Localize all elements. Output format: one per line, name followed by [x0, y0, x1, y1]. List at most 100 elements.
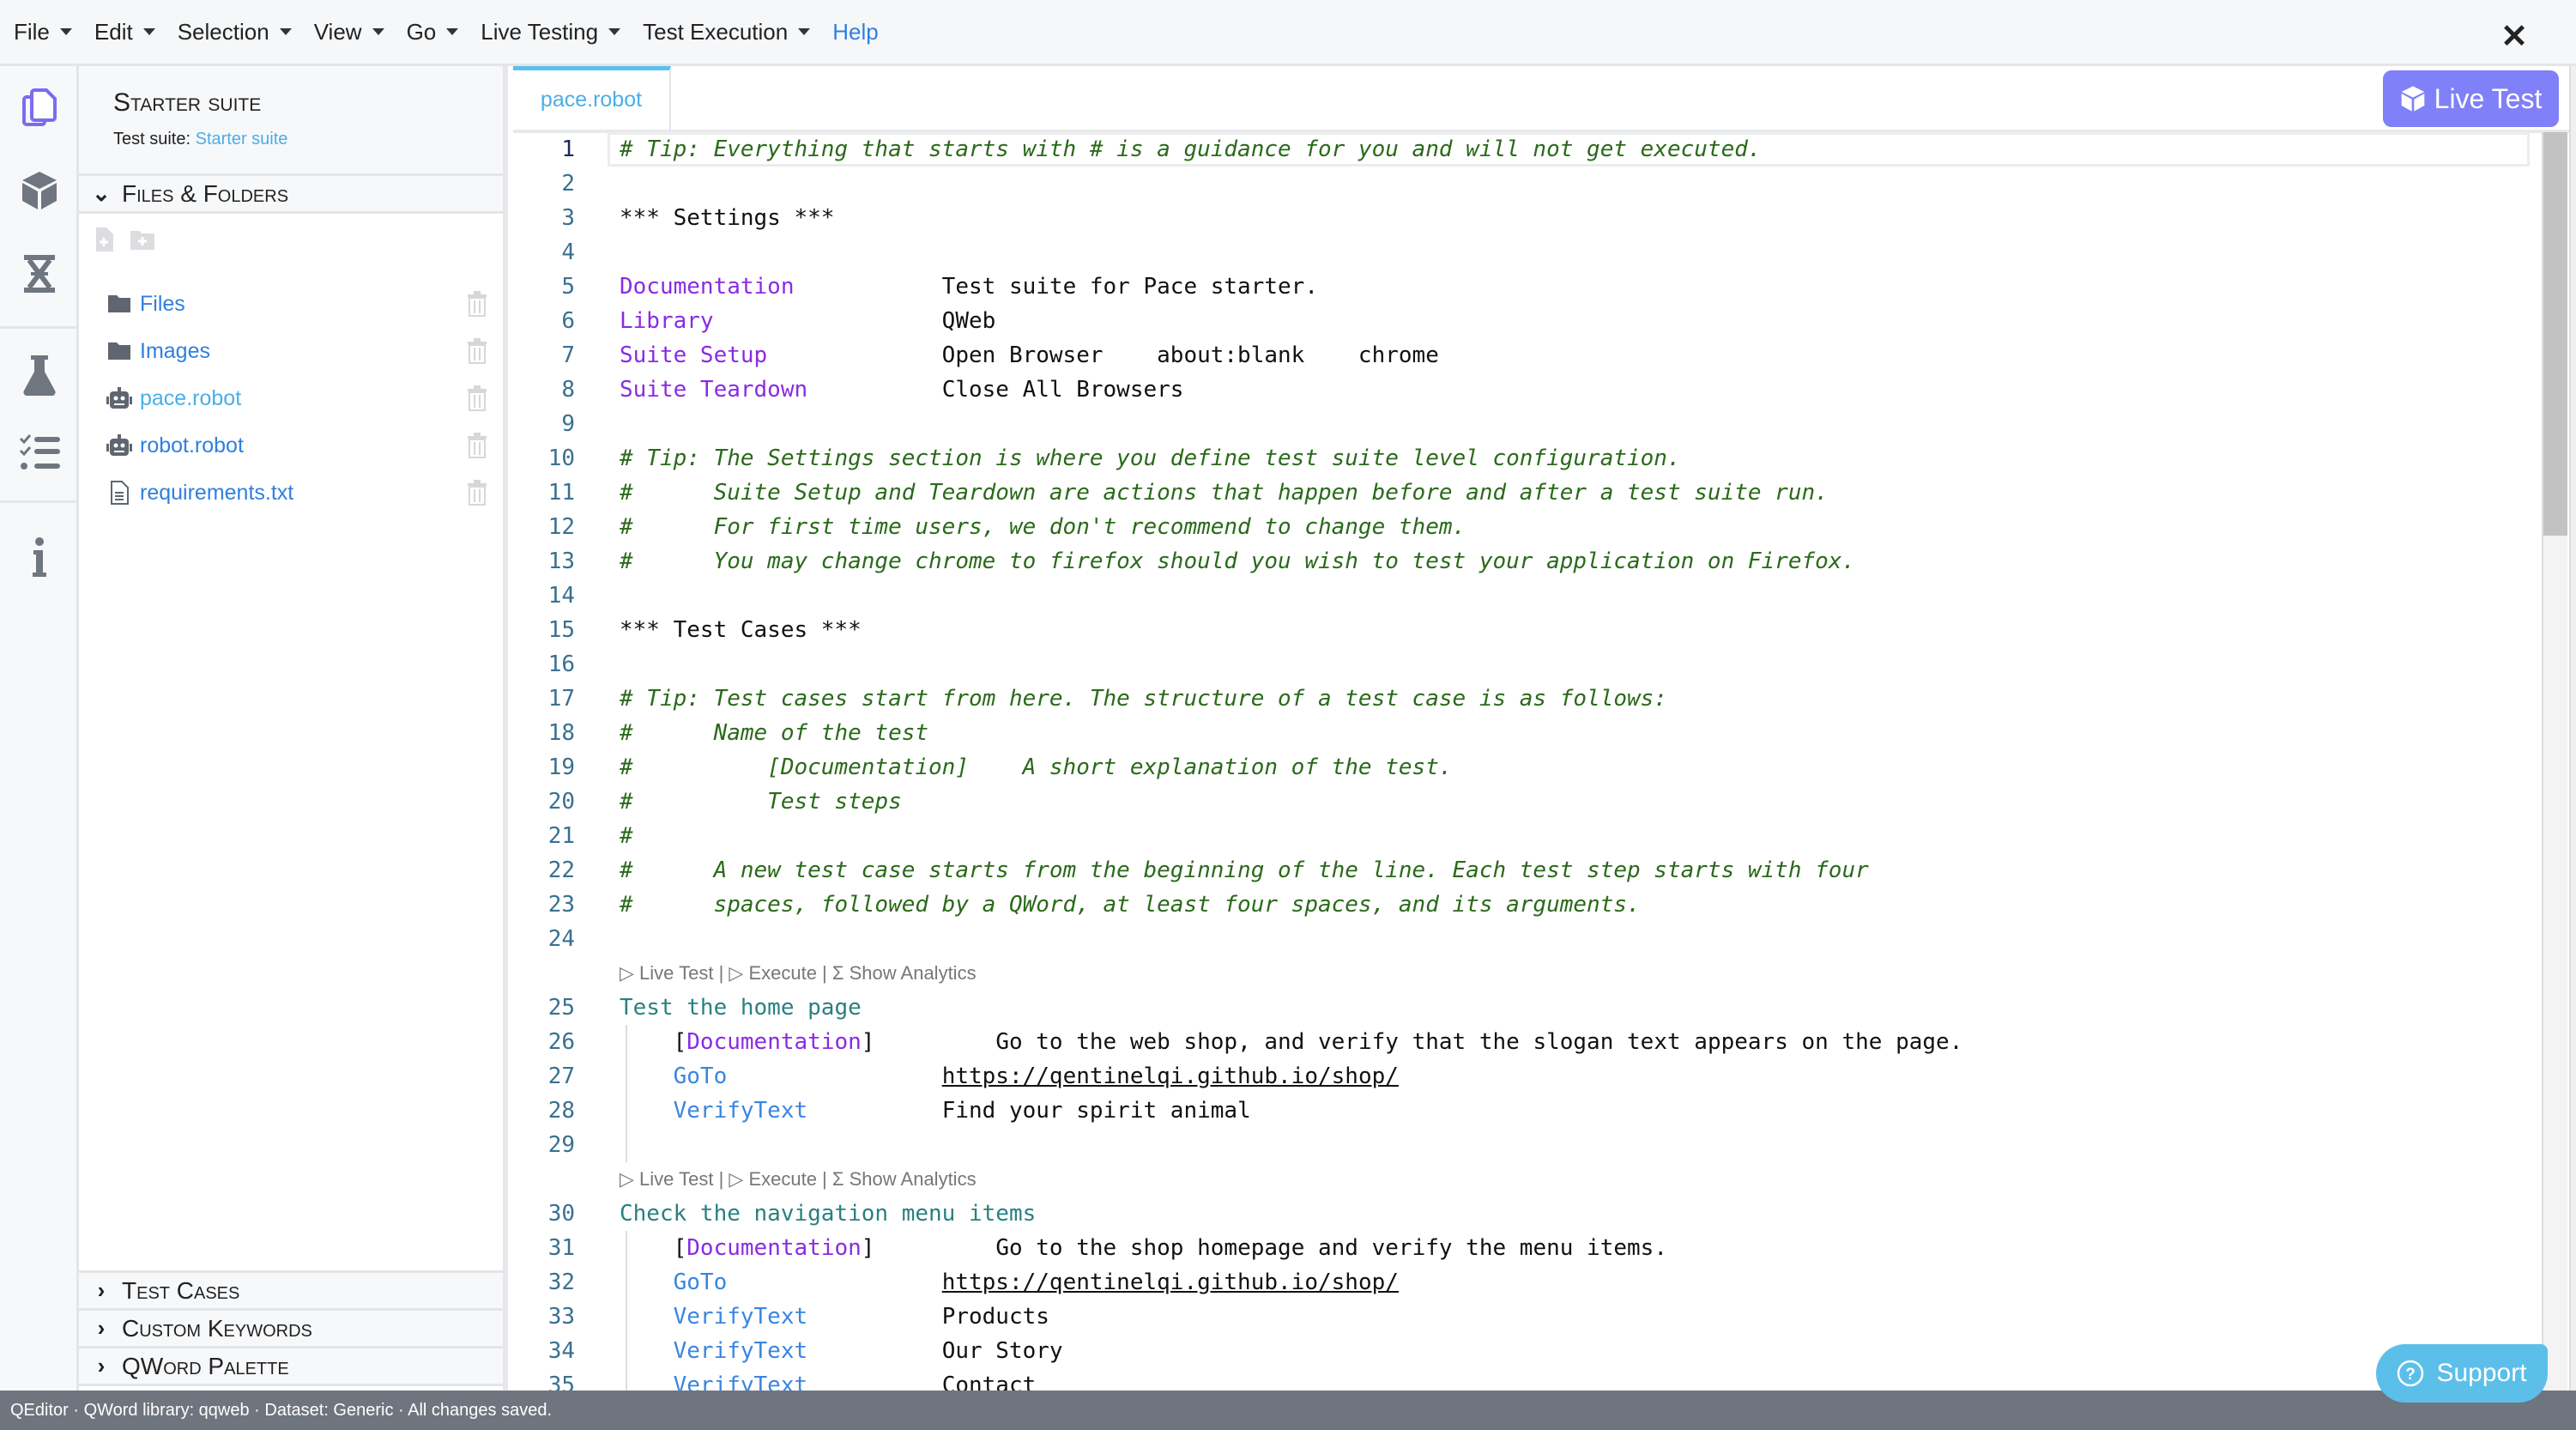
menu-selection[interactable]: Selection [178, 19, 292, 45]
files-copy-icon[interactable] [19, 87, 60, 128]
section-test-cases[interactable]: › Test Cases [79, 1273, 503, 1311]
info-icon[interactable] [19, 536, 60, 578]
file-item[interactable]: Files [79, 282, 503, 325]
menu-file[interactable]: File [14, 19, 72, 45]
menu-test-execution[interactable]: Test Execution [643, 18, 811, 45]
trash-icon[interactable] [467, 385, 489, 411]
line-text: # You may change chrome to firefox shoul… [620, 544, 1855, 579]
code-line[interactable]: 22 # A new test case starts from the begi… [513, 853, 2542, 888]
code-line[interactable]: 21 # [513, 819, 2542, 853]
suite-subtitle: Test suite: Starter suite [113, 130, 503, 149]
code-line[interactable]: 9 [513, 407, 2542, 441]
code-line[interactable]: 19 # [Documentation] A short explanation … [513, 750, 2542, 785]
code-lens-action[interactable]: ▷ Execute [729, 1168, 817, 1190]
code-lens-action[interactable]: ▷ Live Test [620, 962, 713, 984]
line-text: Documentation Test suite for Pace starte… [620, 270, 1318, 304]
line-number: 13 [547, 548, 575, 574]
comment: # Name of the test [620, 720, 929, 746]
code-line[interactable]: 29 [513, 1128, 2542, 1162]
code-line[interactable]: 23 # spaces, followed by a QWord, at leas… [513, 888, 2542, 922]
code-lens-action[interactable]: Σ Show Analytics [832, 962, 977, 984]
line-number: 20 [547, 789, 575, 815]
robot-icon [106, 385, 132, 411]
menu-live-testing[interactable]: Live Testing [481, 19, 621, 45]
section-label: Test Cases [122, 1276, 240, 1304]
window-edge [2569, 66, 2576, 1391]
sidebar: Starter suite Test suite: Starter suite … [79, 66, 508, 1391]
code-line[interactable]: 35 VerifyText Contact [513, 1368, 2542, 1391]
menu-edit[interactable]: Edit [94, 19, 155, 45]
line-text: # Suite Setup and Teardown are actions t… [620, 476, 1829, 510]
file-item[interactable]: Images [79, 330, 503, 373]
new-file-icon[interactable] [94, 227, 113, 251]
file-item[interactable]: requirements.txt [79, 471, 503, 514]
tab-pace-robot[interactable]: pace.robot [513, 66, 671, 130]
code-line[interactable]: 20 # Test steps [513, 785, 2542, 819]
code-line[interactable]: 1 # Tip: Everything that starts with # is… [513, 132, 2542, 167]
code-line[interactable]: 28 VerifyText Find your spirit animal [513, 1094, 2542, 1128]
file-item[interactable]: robot.robot [79, 424, 503, 467]
code-line[interactable]: 8 Suite Teardown Close All Browsers [513, 373, 2542, 407]
section-files-folders[interactable]: ⌄ Files & Folders [79, 176, 503, 214]
code-line[interactable]: 12 # For first time users, we don't recom… [513, 510, 2542, 544]
code-line[interactable]: 10 # Tip: The Settings section is where y… [513, 441, 2542, 476]
code-line[interactable]: 11 # Suite Setup and Teardown are actions… [513, 476, 2542, 510]
section-qword-palette[interactable]: › QWord Palette [79, 1348, 503, 1386]
code-lens-action[interactable]: ▷ Live Test [620, 1168, 713, 1190]
hourglass-dna-icon[interactable] [19, 253, 60, 294]
code-line[interactable]: 4 [513, 235, 2542, 270]
code-line[interactable]: 3 *** Settings *** [513, 201, 2542, 235]
code-line[interactable]: 5 Documentation Test suite for Pace start… [513, 270, 2542, 304]
line-number: 2 [561, 171, 575, 197]
section-custom-keywords[interactable]: › Custom Keywords [79, 1311, 503, 1348]
code-line[interactable]: 17 # Tip: Test cases start from here. The… [513, 682, 2542, 716]
code-line[interactable]: 30 Check the navigation menu items [513, 1197, 2542, 1231]
menu-help[interactable]: Help [832, 19, 878, 45]
line-number: 8 [561, 377, 575, 403]
code-line[interactable]: 25 Test the home page [513, 991, 2542, 1025]
code-line[interactable]: 14 [513, 579, 2542, 613]
code-line[interactable]: 24 [513, 922, 2542, 956]
trash-icon[interactable] [467, 433, 489, 458]
close-icon[interactable]: ✕ [2500, 17, 2528, 56]
line-text: # [620, 819, 633, 853]
menu-go[interactable]: Go [407, 19, 459, 45]
code-line[interactable]: 15 *** Test Cases *** [513, 613, 2542, 647]
code-line[interactable]: 2 [513, 167, 2542, 201]
menu-label: Test Execution [643, 18, 789, 45]
trash-icon[interactable] [467, 338, 489, 364]
code-line[interactable]: 26 [Documentation] Go to the web shop, a… [513, 1025, 2542, 1059]
code-line[interactable]: 32 GoTo https://qentinelqi.github.io/sho… [513, 1265, 2542, 1300]
code-line[interactable]: 7 Suite Setup Open Browser about:blank ch… [513, 338, 2542, 373]
code-line[interactable]: 34 VerifyText Our Story [513, 1334, 2542, 1368]
code-line[interactable]: 18 # Name of the test [513, 716, 2542, 750]
code-line[interactable]: 33 VerifyText Products [513, 1300, 2542, 1334]
url-link[interactable]: https://qentinelqi.github.io/shop/ [942, 1063, 1399, 1089]
live-test-button[interactable]: Live Test [2383, 70, 2559, 127]
new-folder-icon[interactable] [130, 229, 154, 250]
code-lens-action[interactable]: Σ Show Analytics [832, 1168, 977, 1190]
code-line[interactable]: 13 # You may change chrome to firefox sho… [513, 544, 2542, 579]
code-line[interactable]: 6 Library QWeb [513, 304, 2542, 338]
checklist-icon[interactable] [19, 432, 60, 473]
code-lens-action[interactable]: ▷ Execute [729, 962, 817, 984]
url-link[interactable]: https://qentinelqi.github.io/shop/ [942, 1269, 1399, 1295]
code-line[interactable]: 27 GoTo https://qentinelqi.github.io/sho… [513, 1059, 2542, 1094]
chevron-right-icon: › [97, 1277, 106, 1303]
cube-icon[interactable] [19, 170, 60, 211]
menu-view[interactable]: View [314, 19, 384, 45]
file-item[interactable]: pace.robot [79, 377, 503, 420]
vertical-scrollbar[interactable] [2542, 132, 2567, 1391]
line-text: # For first time users, we don't recomme… [620, 510, 1466, 544]
scrollbar-thumb[interactable] [2543, 132, 2567, 536]
comment: # For first time users, we don't recomme… [620, 514, 1466, 540]
trash-icon[interactable] [467, 480, 489, 506]
flask-icon[interactable] [19, 354, 60, 397]
code-line[interactable]: 16 [513, 647, 2542, 682]
line-number: 10 [547, 445, 575, 471]
trash-icon[interactable] [467, 291, 489, 317]
code-line[interactable]: 31 [Documentation] Go to the shop homepa… [513, 1231, 2542, 1265]
code-editor[interactable]: 1 # Tip: Everything that starts with # is… [513, 132, 2542, 1391]
suite-link[interactable]: Starter suite [196, 130, 288, 148]
support-button[interactable]: ? Support [2376, 1344, 2548, 1403]
